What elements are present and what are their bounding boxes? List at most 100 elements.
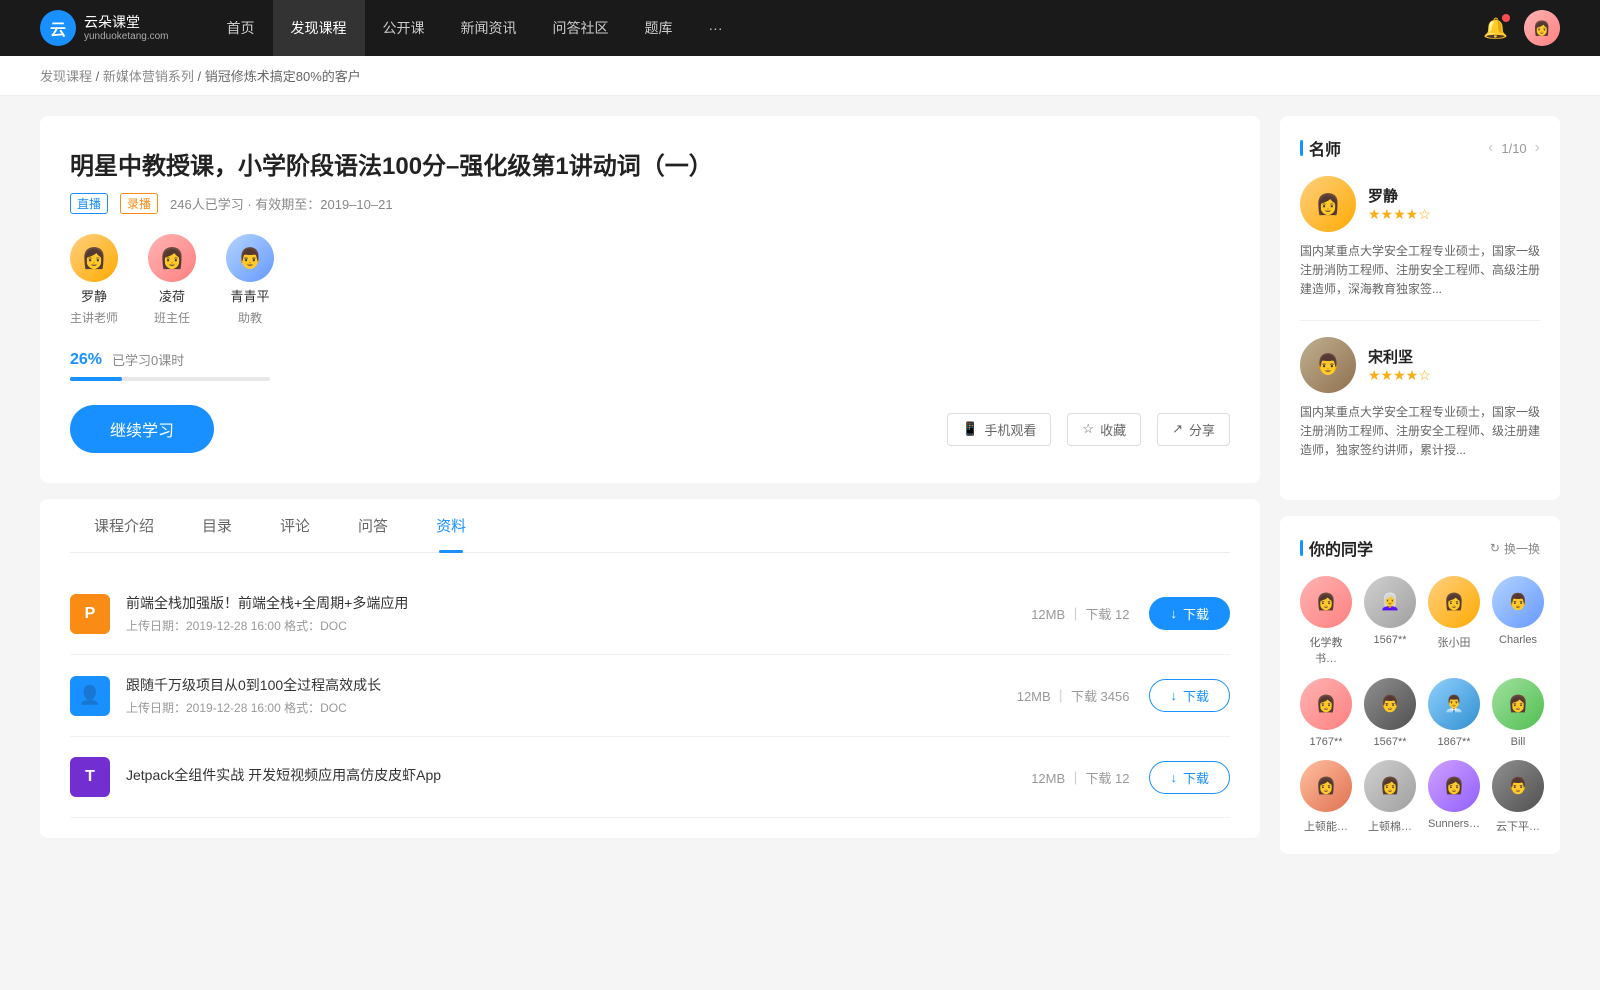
resource-meta-1: 上传日期：2019-12-28 16:00 格式：DOC <box>126 617 1031 634</box>
classmates-grid: 👩 化学教书… 👩‍🦳 1567** 👩 张小田 👨 Charles 👩 <box>1300 576 1540 834</box>
progress-desc: 已学习0课时 <box>112 350 184 369</box>
classmate-12-avatar[interactable]: 👨 <box>1492 760 1544 812</box>
teacher-1-avatar: 👩 <box>70 234 118 282</box>
share-button[interactable]: ↗ 分享 <box>1157 413 1230 446</box>
progress-percent: 26% <box>70 351 102 369</box>
teacher-card-1-name: 罗静 <box>1368 185 1431 206</box>
nav-item-more[interactable]: ··· <box>691 0 741 56</box>
teacher-card-1-desc: 国内某重点大学安全工程专业硕士，国家一级注册消防工程师、注册安全工程师、高级注册… <box>1300 242 1540 300</box>
teacher-card-1-avatar: 👩 <box>1300 176 1356 232</box>
collect-button[interactable]: ☆ 收藏 <box>1067 413 1141 446</box>
download-icon-2: ↓ <box>1170 688 1177 703</box>
resource-item: T Jetpack全组件实战 开发短视频应用高仿皮皮虾App 12MB ｜ 下载… <box>70 737 1230 818</box>
resource-info-3: Jetpack全组件实战 开发短视频应用高仿皮皮虾App <box>126 765 1031 789</box>
nav-item-qa[interactable]: 问答社区 <box>535 0 627 56</box>
course-actions: 继续学习 📱 手机观看 ☆ 收藏 ↗ 分享 <box>70 405 1230 453</box>
teacher-1: 👩 罗静 主讲老师 <box>70 234 118 326</box>
teacher-card-2: 👨 宋利坚 ★★★★☆ 国内某重点大学安全工程专业硕士，国家一级注册消防工程师、… <box>1300 337 1540 461</box>
classmate-4-name: Charles <box>1499 634 1537 646</box>
teacher-card-1-stars: ★★★★☆ <box>1368 206 1431 223</box>
classmate-6: 👨 1567** <box>1364 678 1416 748</box>
tab-review[interactable]: 评论 <box>256 499 334 552</box>
tab-qa[interactable]: 问答 <box>334 499 412 552</box>
share-icon: ↗ <box>1172 421 1183 437</box>
right-panel: 名师 ‹ 1/10 › 👩 罗静 ★★★★☆ <box>1280 116 1560 870</box>
classmate-1: 👩 化学教书… <box>1300 576 1352 666</box>
breadcrumb-link-1[interactable]: 发现课程 <box>40 69 92 84</box>
classmate-1-name: 化学教书… <box>1300 634 1352 666</box>
teachers-row: 👩 罗静 主讲老师 👩 凌荷 班主任 👨 青青平 <box>70 234 1230 326</box>
teachers-prev-button[interactable]: ‹ <box>1488 139 1493 157</box>
logo[interactable]: 云 云朵课堂 yunduoketang.com <box>40 10 169 46</box>
tab-catalog[interactable]: 目录 <box>178 499 256 552</box>
classmate-12-name: 云下平… <box>1496 818 1540 834</box>
classmate-8-avatar[interactable]: 👩 <box>1492 678 1544 730</box>
classmate-3-avatar[interactable]: 👩 <box>1428 576 1480 628</box>
user-avatar[interactable]: 👩 <box>1524 10 1560 46</box>
tabs-section: 课程介绍 目录 评论 问答 资料 P 前端全栈加强版！前端全栈+全周期+多端应用… <box>40 499 1260 838</box>
logo-sub: yunduoketang.com <box>84 31 169 42</box>
classmate-6-name: 1567** <box>1373 736 1406 748</box>
resource-list: P 前端全栈加强版！前端全栈+全周期+多端应用 上传日期：2019-12-28 … <box>70 553 1230 838</box>
teacher-card-1-header: 👩 罗静 ★★★★☆ <box>1300 176 1540 232</box>
download-button-1[interactable]: ↓ 下载 <box>1149 597 1230 630</box>
classmate-7-name: 1867** <box>1437 736 1470 748</box>
nav-item-news[interactable]: 新闻资讯 <box>443 0 535 56</box>
classmate-5-avatar[interactable]: 👩 <box>1300 678 1352 730</box>
classmate-11-name: Sunners… <box>1428 818 1480 830</box>
teachers-panel: 名师 ‹ 1/10 › 👩 罗静 ★★★★☆ <box>1280 116 1560 500</box>
classmate-10: 👩 上顿棉… <box>1364 760 1416 834</box>
classmates-refresh-button[interactable]: ↻ 换一换 <box>1490 540 1540 557</box>
classmate-11-avatar[interactable]: 👩 <box>1428 760 1480 812</box>
breadcrumb-link-2[interactable]: 新媒体营销系列 <box>103 69 194 84</box>
nav-item-open[interactable]: 公开课 <box>365 0 443 56</box>
resource-stats-1: 12MB ｜ 下载 12 <box>1031 604 1129 623</box>
classmate-9-name: 上顿能… <box>1304 818 1348 834</box>
teacher-card-2-name: 宋利坚 <box>1368 346 1431 367</box>
tab-resource[interactable]: 资料 <box>412 499 490 552</box>
tag-record: 录播 <box>120 193 158 214</box>
logo-text: 云朵课堂 <box>84 14 169 31</box>
classmate-7-avatar[interactable]: 👨‍💼 <box>1428 678 1480 730</box>
classmate-9-avatar[interactable]: 👩 <box>1300 760 1352 812</box>
bell-icon[interactable]: 🔔 <box>1483 16 1508 41</box>
mobile-watch-button[interactable]: 📱 手机观看 <box>947 413 1051 446</box>
teacher-card-2-avatar: 👨 <box>1300 337 1356 393</box>
resource-meta-2: 上传日期：2019-12-28 16:00 格式：DOC <box>126 699 1017 716</box>
classmates-panel: 你的同学 ↻ 换一换 👩 化学教书… 👩‍🦳 1567** 👩 张小田 <box>1280 516 1560 854</box>
classmate-10-avatar[interactable]: 👩 <box>1364 760 1416 812</box>
download-icon-3: ↓ <box>1170 770 1177 785</box>
teachers-next-button[interactable]: › <box>1535 139 1540 157</box>
continue-button[interactable]: 继续学习 <box>70 405 214 453</box>
download-button-2[interactable]: ↓ 下载 <box>1149 679 1230 712</box>
teacher-2-name: 凌荷 <box>159 286 185 305</box>
resource-stats-3: 12MB ｜ 下载 12 <box>1031 768 1129 787</box>
classmate-1-avatar[interactable]: 👩 <box>1300 576 1352 628</box>
classmate-3-name: 张小田 <box>1438 634 1471 650</box>
teacher-3-role: 助教 <box>238 309 262 326</box>
classmate-2-avatar[interactable]: 👩‍🦳 <box>1364 576 1416 628</box>
course-title: 明星中教授课，小学阶段语法100分–强化级第1讲动词（一） <box>70 146 1230 181</box>
teacher-2-avatar: 👩 <box>148 234 196 282</box>
refresh-icon: ↻ <box>1490 541 1500 555</box>
star-icon: ☆ <box>1082 421 1094 437</box>
teacher-card-2-stars: ★★★★☆ <box>1368 367 1431 384</box>
teachers-panel-header: 名师 ‹ 1/10 › <box>1300 136 1540 160</box>
teacher-3: 👨 青青平 助教 <box>226 234 274 326</box>
bell-badge <box>1502 14 1510 22</box>
classmate-2-name: 1567** <box>1373 634 1406 646</box>
classmate-6-avatar[interactable]: 👨 <box>1364 678 1416 730</box>
course-card: 明星中教授课，小学阶段语法100分–强化级第1讲动词（一） 直播 录播 246人… <box>40 116 1260 483</box>
classmate-4-avatar[interactable]: 👨 <box>1492 576 1544 628</box>
resource-icon-2: 👤 <box>70 676 110 716</box>
tab-intro[interactable]: 课程介绍 <box>70 499 178 552</box>
classmate-9: 👩 上顿能… <box>1300 760 1352 834</box>
teacher-3-avatar: 👨 <box>226 234 274 282</box>
divider-1 <box>1300 320 1540 321</box>
classmate-5: 👩 1767** <box>1300 678 1352 748</box>
download-button-3[interactable]: ↓ 下载 <box>1149 761 1230 794</box>
nav-item-home[interactable]: 首页 <box>209 0 273 56</box>
nav-item-discover[interactable]: 发现课程 <box>273 0 365 56</box>
mobile-icon: 📱 <box>962 421 978 437</box>
nav-item-exam[interactable]: 题库 <box>627 0 691 56</box>
